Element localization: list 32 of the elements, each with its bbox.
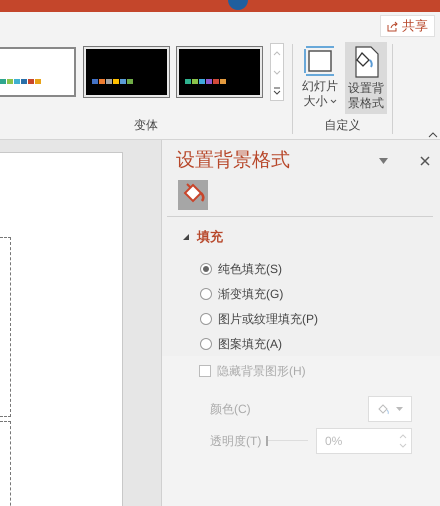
radio-button[interactable]	[200, 263, 212, 275]
fill-radio-option[interactable]: 纯色填充(S)	[200, 260, 440, 278]
section-heading[interactable]: 填充	[197, 227, 223, 246]
pane-title: 设置背景格式	[176, 148, 291, 173]
paint-bucket-icon	[378, 402, 390, 414]
fill-bucket-icon[interactable]	[178, 180, 208, 210]
share-icon	[387, 20, 398, 32]
caret-icon	[330, 99, 336, 104]
radio-button[interactable]	[200, 288, 212, 300]
color-label: 颜色(C)	[210, 400, 252, 418]
page-bucket-icon	[353, 46, 379, 78]
slide-size-icon	[304, 46, 336, 76]
close-icon[interactable]	[420, 156, 430, 166]
fill-radio-option[interactable]: 图案填充(A)	[200, 334, 440, 354]
spinner-icon[interactable]	[399, 432, 407, 450]
pane-options-icon[interactable]	[379, 158, 388, 164]
fill-radio-option[interactable]: 渐变填充(G)	[200, 284, 440, 304]
slide-size-button[interactable]: 幻灯片 大小	[299, 42, 341, 114]
expand-triangle-icon[interactable]	[183, 234, 189, 240]
group-label: 自定义	[324, 117, 362, 134]
collapse-ribbon-icon[interactable]	[428, 132, 438, 138]
color-picker-button[interactable]	[368, 396, 412, 422]
fill-radio-option[interactable]: 图片或纹理填充(P)	[200, 310, 440, 328]
caret-icon	[396, 406, 402, 410]
share-button[interactable]: 共享	[380, 15, 435, 37]
variant-thumbnail[interactable]	[0, 47, 76, 97]
format-background-button[interactable]: 设置背 景格式	[345, 42, 387, 114]
radio-button[interactable]	[200, 313, 212, 325]
group-label: 变体	[133, 117, 159, 134]
transparency-slider[interactable]	[266, 436, 308, 446]
radio-button[interactable]	[200, 338, 212, 350]
transparency-label: 透明度(T)	[210, 432, 262, 450]
